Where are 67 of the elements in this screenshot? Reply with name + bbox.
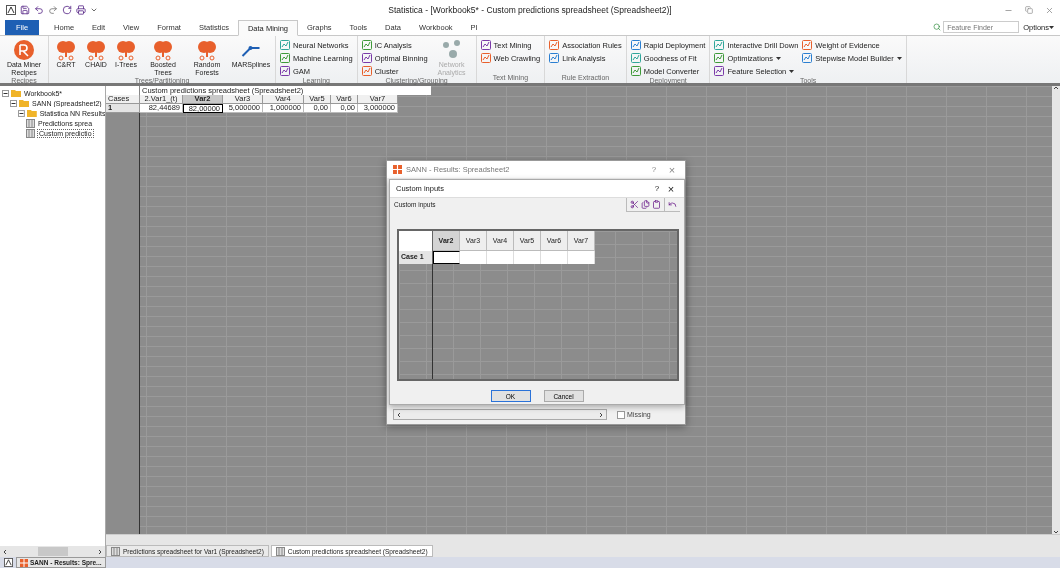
- tool-icon: [630, 40, 641, 50]
- tool-icon: [802, 53, 813, 63]
- tree-icon: [115, 39, 137, 61]
- arrow-right-icon[interactable]: [599, 412, 603, 417]
- tool-icon: [361, 40, 372, 50]
- collapse-icon[interactable]: [18, 109, 25, 117]
- arrow-left-icon[interactable]: [3, 549, 7, 554]
- paste-button[interactable]: [652, 199, 661, 209]
- sheet-icon: [26, 118, 35, 128]
- undo-icon[interactable]: [34, 5, 44, 15]
- dropdown-icon: [775, 56, 781, 60]
- tool-icon: [802, 40, 813, 50]
- search-icon: [933, 23, 942, 31]
- tool-icon: [549, 40, 560, 50]
- tree-icon: [196, 39, 218, 61]
- repeat-icon[interactable]: [62, 5, 72, 15]
- app-icon[interactable]: [6, 5, 16, 15]
- recipe-icon: [13, 39, 35, 61]
- scrollbar[interactable]: [393, 409, 607, 420]
- arrow-right-icon[interactable]: [98, 549, 102, 554]
- tool-icon: [480, 53, 491, 63]
- save-icon[interactable]: [20, 5, 30, 15]
- close-button[interactable]: ×: [665, 163, 679, 176]
- app-icon[interactable]: [4, 558, 13, 567]
- cut-button[interactable]: [630, 199, 639, 209]
- customize-icon[interactable]: [90, 6, 98, 14]
- tool-icon: [280, 40, 290, 50]
- tool-icon: [549, 53, 560, 63]
- help-button[interactable]: ?: [650, 184, 664, 193]
- close-button[interactable]: ×: [664, 182, 678, 195]
- tool-icon: [361, 66, 372, 76]
- tool-icon: [714, 66, 725, 76]
- arrow-down-icon[interactable]: [1054, 530, 1058, 534]
- tool-icon: [480, 40, 491, 50]
- copy-button[interactable]: [641, 199, 650, 209]
- sheet-icon: [26, 128, 35, 138]
- grid-icon: [20, 558, 28, 567]
- arrow-left-icon[interactable]: [397, 412, 401, 417]
- tree-icon: [152, 39, 174, 61]
- print-icon[interactable]: [76, 5, 86, 15]
- tool-icon: [630, 66, 641, 76]
- tool-icon: [280, 66, 290, 76]
- collapse-icon[interactable]: [2, 89, 9, 97]
- tree-icon: [55, 39, 77, 61]
- tool-icon: [280, 53, 290, 63]
- window-title: Statistica - [Workbook5* - Custom predictions spreadsheet (Spreadsheet2)]: [387, 5, 673, 15]
- scrollbar[interactable]: [106, 534, 1060, 545]
- dropdown-icon: [896, 56, 902, 60]
- scrollbar[interactable]: [1052, 86, 1060, 534]
- tool-icon: [714, 53, 725, 63]
- network-icon: [440, 39, 463, 61]
- scrollbar[interactable]: [0, 546, 105, 557]
- spline-icon: [241, 45, 261, 57]
- arrow-up-icon[interactable]: [1054, 86, 1058, 90]
- tool-icon: [714, 40, 725, 50]
- redo-icon[interactable]: [48, 5, 58, 15]
- help-button[interactable]: ?: [647, 165, 661, 174]
- folder-icon: [26, 109, 37, 117]
- input-field[interactable]: [433, 251, 460, 264]
- undo-button[interactable]: [668, 199, 677, 209]
- caret-icon: [1049, 26, 1054, 29]
- tool-icon: [630, 53, 641, 63]
- dropdown-icon: [789, 69, 795, 73]
- collapse-icon[interactable]: [10, 99, 17, 107]
- tool-icon: [361, 53, 372, 63]
- tree-icon: [85, 39, 107, 61]
- grid-icon: [393, 165, 402, 174]
